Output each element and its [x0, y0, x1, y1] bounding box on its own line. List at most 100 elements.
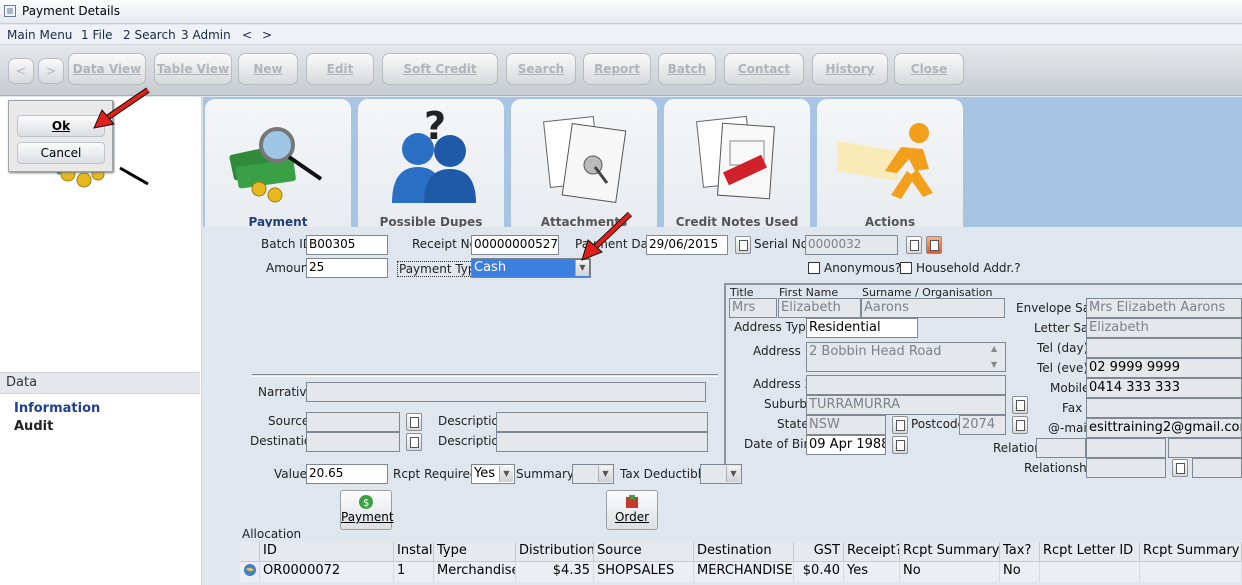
tab-possible-dupes[interactable]: ? Possible Dupes — [358, 99, 504, 229]
state-field[interactable]: NSW — [806, 415, 886, 435]
tel-day-field[interactable] — [1086, 338, 1242, 358]
data-view-button[interactable]: Data View — [68, 53, 146, 85]
column-header[interactable]: GST — [794, 542, 844, 562]
first-name-field[interactable]: Elizabeth — [778, 298, 861, 318]
narrative-field[interactable] — [306, 382, 706, 402]
batch-id-field[interactable]: B00305 — [306, 235, 388, 255]
anonymous-checkbox[interactable] — [808, 262, 820, 274]
chevron-down-icon[interactable]: ▼ — [726, 466, 740, 482]
table-cell[interactable]: 1 — [394, 562, 434, 582]
column-header[interactable]: Tax? — [1000, 542, 1040, 562]
relation-field-3[interactable] — [1168, 438, 1242, 458]
serial-lookup-icon[interactable] — [906, 236, 922, 254]
column-header[interactable]: Receipt? — [844, 542, 900, 562]
relationship-field[interactable] — [1086, 458, 1166, 478]
column-header[interactable]: Rcpt Summary? — [900, 542, 1000, 562]
table-cell[interactable]: Yes — [844, 562, 900, 582]
address-type-field[interactable]: Residential — [806, 318, 918, 338]
table-cell[interactable] — [1140, 562, 1242, 582]
postcode-lookup-icon[interactable] — [1012, 416, 1028, 434]
summary-select[interactable]: ▼ — [572, 464, 614, 484]
column-header[interactable]: Distribution — [516, 542, 594, 562]
table-cell[interactable]: $0.40 — [794, 562, 844, 582]
dob-field[interactable]: 09 Apr 1988 — [806, 435, 886, 455]
contact-button[interactable]: Contact — [724, 53, 804, 85]
chevron-down-icon[interactable]: ▼ — [598, 466, 612, 482]
table-cell[interactable] — [1040, 562, 1140, 582]
table-cell[interactable]: SHOPSALES — [594, 562, 694, 582]
scroll-down-icon[interactable]: ▼ — [991, 360, 997, 369]
envelope-sal-field[interactable]: Mrs Elizabeth Aarons — [1086, 298, 1242, 318]
menu-file[interactable]: 1 File — [81, 28, 113, 42]
state-lookup-icon[interactable] — [892, 416, 908, 434]
source-description-field[interactable] — [496, 412, 708, 432]
surname-field[interactable]: Aarons — [861, 298, 1005, 318]
fax-field[interactable] — [1086, 398, 1242, 418]
destination-description-field[interactable] — [496, 432, 708, 452]
close-button[interactable]: Close — [894, 53, 964, 85]
suburb-lookup-icon[interactable] — [1012, 396, 1028, 414]
tab-payment[interactable]: Payment — [205, 99, 351, 229]
dob-picker-icon[interactable] — [892, 436, 908, 454]
batch-button[interactable]: Batch — [658, 53, 716, 85]
letter-sal-field[interactable]: Elizabeth — [1086, 318, 1242, 338]
sidebar-item-information[interactable]: Information — [14, 401, 100, 416]
tel-eve-field[interactable]: 02 9999 9999 — [1086, 358, 1242, 378]
history-button[interactable]: History — [812, 53, 888, 85]
destination-lookup-icon[interactable] — [406, 433, 422, 451]
column-header[interactable]: Rcpt Letter ID — [1040, 542, 1140, 562]
value-field[interactable]: 20.65 — [306, 464, 388, 484]
table-cell[interactable]: MERCHANDISE — [694, 562, 794, 582]
relationship-lookup-icon[interactable] — [1172, 459, 1188, 477]
amount-field[interactable]: 25 — [306, 258, 388, 278]
payment-date-field[interactable]: 29/06/2015 — [646, 235, 728, 255]
source-lookup-icon[interactable] — [406, 413, 422, 431]
address2-field[interactable] — [806, 375, 1006, 395]
tab-credit-notes-used[interactable]: Credit Notes Used — [664, 99, 810, 229]
column-header[interactable]: Type — [434, 542, 516, 562]
new-button[interactable]: New — [238, 53, 298, 85]
relationship-extra-field[interactable] — [1192, 458, 1242, 478]
date-picker-icon[interactable] — [735, 236, 751, 254]
menu-forward[interactable]: > — [262, 28, 272, 42]
search-button[interactable]: Search — [506, 53, 576, 85]
menu-main[interactable]: Main Menu — [7, 28, 72, 42]
column-header[interactable]: Rcpt Summary L — [1140, 542, 1242, 562]
scroll-up-icon[interactable]: ▲ — [991, 344, 997, 353]
household-checkbox[interactable] — [900, 262, 912, 274]
column-header[interactable]: Instal. — [394, 542, 434, 562]
payment-type-select[interactable]: Cash ▼ — [471, 258, 591, 278]
postcode-field[interactable]: 2074 — [959, 415, 1006, 435]
order-button[interactable]: Order — [606, 490, 658, 530]
chevron-down-icon[interactable]: ▼ — [499, 466, 513, 482]
soft-credit-button[interactable]: Soft Credit — [382, 53, 498, 85]
menu-admin[interactable]: 3 Admin — [181, 28, 231, 42]
forward-button[interactable]: > — [38, 58, 64, 84]
table-cell[interactable]: No — [900, 562, 1000, 582]
table-cell[interactable]: Merchandise — [434, 562, 516, 582]
row-icon[interactable] — [240, 562, 260, 582]
report-button[interactable]: Report — [583, 53, 651, 85]
menu-back[interactable]: < — [242, 28, 252, 42]
tax-deductible-select[interactable]: ▼ — [700, 464, 742, 484]
title-field[interactable]: Mrs — [729, 298, 777, 318]
column-header[interactable]: Source — [594, 542, 694, 562]
table-cell[interactable]: OR0000072 — [260, 562, 394, 582]
email-field[interactable]: esittraining2@gmail.com — [1086, 418, 1242, 438]
suburb-field[interactable]: TURRAMURRA — [806, 395, 1006, 415]
serial-no-field[interactable]: 0000032 — [805, 235, 898, 255]
relation-field-2[interactable] — [1086, 438, 1166, 458]
column-header[interactable]: Destination — [694, 542, 794, 562]
column-header[interactable]: ID — [260, 542, 394, 562]
sidebar-item-audit[interactable]: Audit — [14, 419, 53, 434]
cancel-button[interactable]: Cancel — [17, 142, 105, 164]
edit-button[interactable]: Edit — [306, 53, 374, 85]
menu-search[interactable]: 2 Search — [123, 28, 176, 42]
tab-actions[interactable]: Actions — [817, 99, 963, 229]
destination-field[interactable] — [306, 432, 400, 452]
table-cell[interactable]: No — [1000, 562, 1040, 582]
serial-action-icon[interactable] — [926, 236, 942, 254]
table-cell[interactable]: $4.35 — [516, 562, 594, 582]
address1-field[interactable]: 2 Bobbin Head Road — [806, 342, 1006, 372]
source-field[interactable] — [306, 412, 400, 432]
